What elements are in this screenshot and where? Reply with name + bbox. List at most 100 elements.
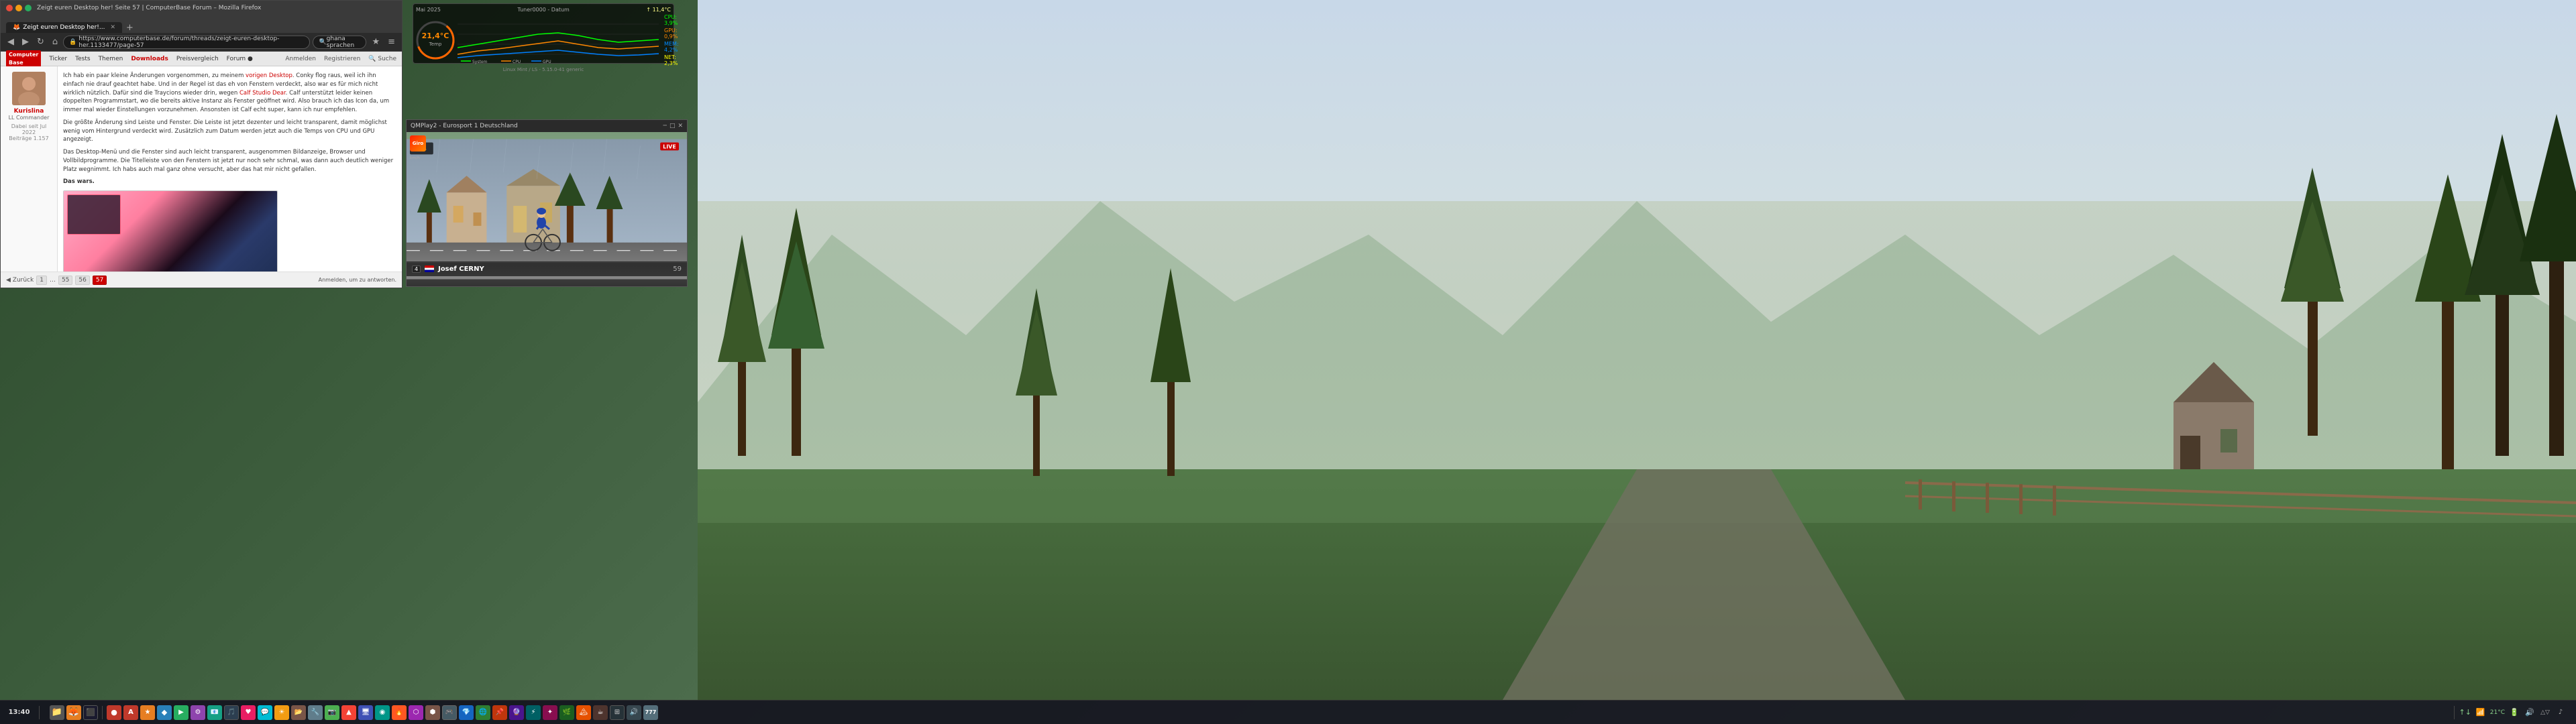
taskbar-app-32[interactable]: 🔊 (627, 705, 641, 720)
back-button[interactable]: ◀ (5, 36, 17, 48)
pagination-bar: ◀ Zurück 1 … 55 56 57 Anmelden, um zu an… (1, 272, 402, 288)
taskbar-app-15[interactable]: ▲ (341, 705, 356, 720)
nav-forum[interactable]: Forum ● (227, 56, 253, 62)
page-55[interactable]: 55 (58, 276, 72, 285)
taskbar-app-21[interactable]: 🎮 (442, 705, 457, 720)
battery-icon[interactable]: 🔋 (2508, 707, 2520, 719)
wifi-icon[interactable]: 📶 (2475, 707, 2487, 719)
maximize-button[interactable] (25, 5, 32, 11)
network-icon[interactable]: ↑↓ (2459, 707, 2471, 719)
media-close[interactable]: ✕ (678, 123, 683, 129)
user-posts: 1.157 (34, 135, 49, 141)
window-controls[interactable] (6, 5, 32, 11)
close-button[interactable] (6, 5, 13, 11)
temperature-indicator: 21°C (2490, 709, 2505, 716)
page-1[interactable]: 1 (36, 276, 47, 285)
media-player-window: QMPlay2 - Eurosport 1 Deutschland ─ □ ✕ (406, 119, 688, 287)
music-icon[interactable]: ♪ (2555, 707, 2567, 719)
bookmarks-button[interactable]: ★ (369, 36, 382, 48)
taskbar-app-28[interactable]: 🌿 (559, 705, 574, 720)
nav-tests[interactable]: Tests (75, 56, 90, 62)
back-label[interactable]: ◀ Zurück (6, 277, 34, 284)
taskbar-app-33[interactable]: 777 (643, 705, 658, 720)
home-button[interactable]: ⌂ (50, 36, 60, 48)
taskbar-app-5[interactable]: ▶ (174, 705, 189, 720)
prev-desktop-link[interactable]: vorigen Desktop (246, 72, 292, 79)
taskbar-app-24[interactable]: 📌 (492, 705, 507, 720)
taskbar-app-2[interactable]: A (123, 705, 138, 720)
minimize-button[interactable] (15, 5, 22, 11)
taskbar-app-20[interactable]: ⬢ (425, 705, 440, 720)
taskbar-app-6[interactable]: ⚙ (191, 705, 205, 720)
taskbar-app-31[interactable]: ⊞ (610, 705, 625, 720)
taskbar-app-7[interactable]: 📧 (207, 705, 222, 720)
nav-ticker[interactable]: Ticker (49, 56, 67, 62)
active-tab[interactable]: 🦊 Zeigt euren Desktop her!... ✕ (6, 22, 122, 33)
computerbase-logo[interactable]: ComputerBase (6, 50, 41, 66)
nav-themen[interactable]: Themen (99, 56, 123, 62)
refresh-button[interactable]: ↻ (34, 36, 47, 48)
calf-link[interactable]: Calf Studio Dear (239, 90, 286, 97)
mem-value: 4,2% (664, 47, 678, 53)
sound-icon[interactable]: 🔊 (2524, 707, 2536, 719)
taskbar-app-30[interactable]: ☕ (593, 705, 608, 720)
taskbar-app-27[interactable]: ✦ (543, 705, 557, 720)
weather-range: Tuner0000 - Datum (517, 7, 569, 13)
nav-anmelden[interactable]: Anmelden (285, 56, 316, 62)
taskbar-app-26[interactable]: ⚡ (526, 705, 541, 720)
taskbar-app-10[interactable]: 💬 (258, 705, 272, 720)
race-logo: Giro (410, 135, 426, 152)
search-bar[interactable]: 🔍 ghana sprachen (313, 36, 366, 49)
menu-button[interactable]: ≡ (385, 36, 398, 48)
taskbar-app-18[interactable]: 🔥 (392, 705, 407, 720)
page-57-current[interactable]: 57 (93, 276, 107, 285)
taskbar-app-13[interactable]: 🔧 (308, 705, 323, 720)
taskbar-app-25[interactable]: 🔮 (509, 705, 524, 720)
nav-preisvergleich[interactable]: Preisvergleich (176, 56, 219, 62)
search-text: ghana sprachen (327, 36, 361, 49)
temperature-gauge: 21,4°C Temp (416, 14, 455, 66)
weather-charts: System CPU GPU (458, 14, 659, 66)
taskbar-app-29[interactable]: 🏔 (576, 705, 591, 720)
media-minimize[interactable]: ─ (663, 123, 667, 129)
url-bar[interactable]: 🔒 https://www.computerbase.de/forum/thre… (63, 36, 310, 49)
tab-close-icon[interactable]: ✕ (110, 24, 115, 31)
taskbar-app-16[interactable]: 🖥 (358, 705, 373, 720)
separator-1 (39, 706, 40, 719)
reply-prompt[interactable]: Anmelden, um zu antworten. (319, 277, 396, 283)
gpu-value: 0,9% (664, 34, 678, 40)
new-tab-button[interactable]: + (122, 23, 138, 33)
media-maximize[interactable]: □ (669, 123, 676, 129)
taskbar-app-1[interactable]: ● (107, 705, 121, 720)
weather-widget: Mai 2025 Tuner0000 - Datum ↑ 11,4°C 21,4… (413, 3, 674, 64)
svg-text:CPU: CPU (513, 60, 521, 64)
weather-location: Mai 2025 (416, 7, 441, 13)
url-text: https://www.computerbase.de/forum/thread… (78, 36, 304, 49)
taskbar-app-11[interactable]: ☀ (274, 705, 289, 720)
notification-icon[interactable]: △▽ (2539, 707, 2551, 719)
browser-titlebar: Zeigt euren Desktop her! Seite 57 | Comp… (1, 1, 402, 15)
forward-button[interactable]: ▶ (19, 36, 32, 48)
taskbar-app-17[interactable]: ◉ (375, 705, 390, 720)
cyclist-position: 4 (415, 266, 418, 272)
taskbar-app-4[interactable]: ◆ (157, 705, 172, 720)
taskbar-terminal-icon[interactable]: ⬛ (83, 705, 98, 720)
ellipsis: … (50, 277, 56, 284)
taskbar-app-22[interactable]: 💎 (459, 705, 474, 720)
taskbar-app-3[interactable]: ★ (140, 705, 155, 720)
taskbar-app-23[interactable]: 🌐 (476, 705, 490, 720)
taskbar-firefox-icon[interactable]: 🦊 (66, 705, 81, 720)
nav-downloads[interactable]: Downloads (131, 56, 168, 62)
taskbar-app-9[interactable]: ♥ (241, 705, 256, 720)
taskbar-app-19[interactable]: ⬡ (409, 705, 423, 720)
nav-search[interactable]: 🔍 Suche (368, 56, 396, 62)
taskbar-app-14[interactable]: 📷 (325, 705, 339, 720)
taskbar-app-8[interactable]: 🎵 (224, 705, 239, 720)
taskbar-files-icon[interactable]: 📁 (50, 705, 64, 720)
nav-registrieren[interactable]: Registrieren (324, 56, 360, 62)
window-title: Zeigt euren Desktop her! Seite 57 | Comp… (37, 5, 261, 11)
system-tray: ↑↓ 📶 21°C 🔋 🔊 △▽ ♪ (2459, 707, 2572, 719)
user-info-block: Kurislina LL Commander Dabei seit Jul 20… (6, 108, 52, 141)
taskbar-app-12[interactable]: 📂 (291, 705, 306, 720)
page-56[interactable]: 56 (75, 276, 89, 285)
